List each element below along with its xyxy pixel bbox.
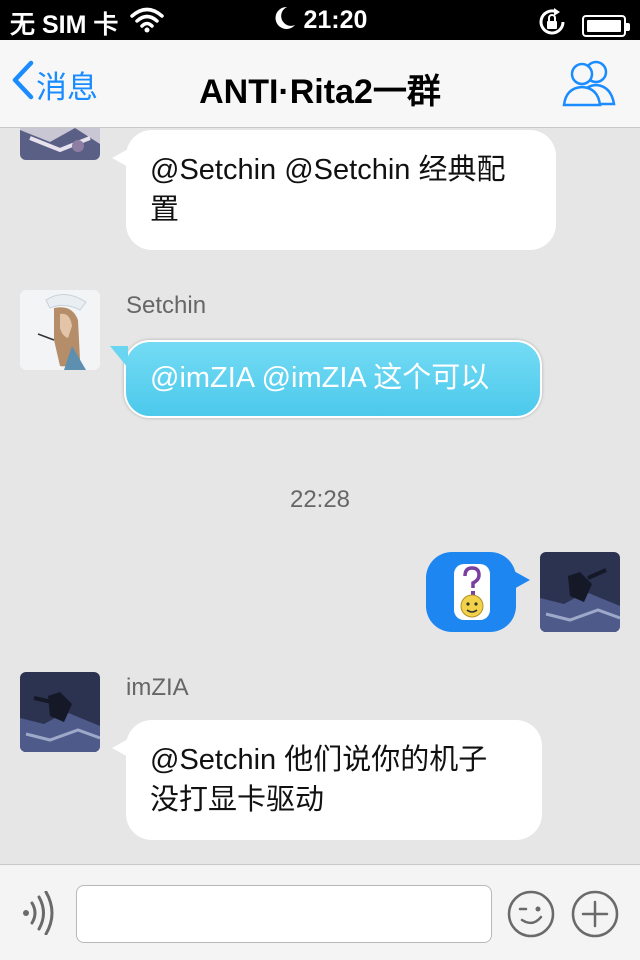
message-bubble[interactable]: @Setchin 他们说你的机子 没打显卡驱动 <box>112 720 542 840</box>
status-time: 21:20 <box>303 6 368 34</box>
message-text: @imZIA @imZIA 这个可以 <box>150 362 490 394</box>
plus-icon[interactable] <box>570 889 620 944</box>
avatar[interactable] <box>20 128 100 160</box>
message-bubble-outgoing[interactable] <box>426 552 530 633</box>
question-smiley-icon <box>454 562 490 633</box>
message-input[interactable] <box>76 885 492 943</box>
navigation-bar: 消息 ANTI·Rita2一群 <box>0 40 640 128</box>
timestamp: 22:28 <box>289 486 351 513</box>
chat-message-list[interactable]: @Setchin @Setchin 经典配 置 Setchin @imZIA @… <box>0 128 640 863</box>
sender-name: imZIA <box>126 674 189 701</box>
message-text-line: 置 <box>150 194 180 226</box>
avatar[interactable] <box>20 290 100 370</box>
message-text-line: @Setchin @Setchin 经典配 <box>150 154 506 186</box>
emoji-icon[interactable] <box>506 889 556 944</box>
message-bubble[interactable]: @Setchin @Setchin 经典配 置 <box>112 130 556 250</box>
message-text-line: @Setchin 他们说你的机子 <box>150 744 488 776</box>
chat-screen: 无 SIM 卡 21:20 消息 ANTI·Rita2一群 @Setchin @… <box>0 0 640 960</box>
group-members-button[interactable] <box>560 58 620 113</box>
battery-icon <box>582 14 630 37</box>
group-members-icon <box>560 60 620 112</box>
input-bar <box>0 864 640 960</box>
message-bubble[interactable]: @imZIA @imZIA 这个可以 <box>110 340 542 418</box>
avatar-self[interactable] <box>540 552 620 632</box>
status-bar: 无 SIM 卡 21:20 <box>0 0 640 40</box>
voice-icon[interactable] <box>18 890 58 940</box>
sender-name: Setchin <box>126 292 207 319</box>
avatar[interactable] <box>20 672 100 752</box>
chat-title: ANTI·Rita2一群 <box>199 73 441 111</box>
message-text-line: 没打显卡驱动 <box>150 784 325 816</box>
moon-icon <box>273 6 304 34</box>
